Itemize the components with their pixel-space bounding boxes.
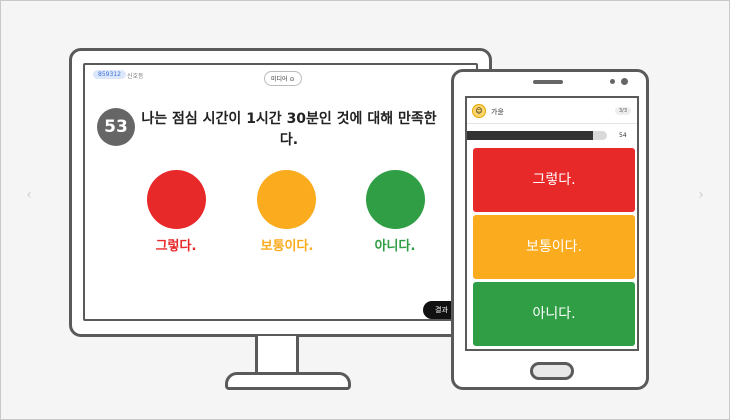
mobile-option-no[interactable]: 아니다. — [473, 282, 635, 346]
desktop-monitor: 859312 신호등 미디어 ⊙ 53 나는 점심 시간이 1시간 30분인 것… — [69, 48, 492, 337]
question-count: 54 — [619, 132, 627, 139]
sensor-icon — [610, 79, 615, 84]
mobile-option-neutral[interactable]: 보통이다. — [473, 215, 635, 279]
status-pill[interactable]: 3/3 — [614, 107, 631, 115]
question-text: 나는 점심 시간이 1시간 30분인 것에 대해 만족한다. — [141, 111, 437, 148]
prev-arrow-icon[interactable]: ‹ — [22, 185, 36, 205]
media-button[interactable]: 미디어 ⊙ — [264, 71, 302, 86]
user-avatar-icon: ☺ — [472, 104, 486, 118]
monitor-stand — [225, 372, 351, 390]
monitor-neck — [255, 336, 299, 374]
mobile-option-yes[interactable]: 그렇다. — [473, 148, 635, 212]
question-number-badge: 53 — [97, 108, 135, 146]
desktop-screen: 859312 신호등 미디어 ⊙ 53 나는 점심 시간이 1시간 30분인 것… — [83, 63, 478, 321]
progress-fill — [467, 131, 593, 140]
header-divider — [467, 123, 637, 124]
option-circle-yes[interactable] — [147, 170, 206, 229]
room-code-badge: 859312 — [93, 70, 126, 79]
option-label-yes: 그렇다. — [155, 239, 197, 254]
home-button[interactable] — [530, 362, 574, 380]
progress-bar — [467, 131, 607, 140]
option-label-no: 아니다. — [374, 239, 416, 254]
mobile-phone: ☺ 가윤 3/3 54 그렇다. 보통이다. 아니다. — [451, 69, 649, 390]
option-label-neutral: 보통이다. — [260, 239, 314, 254]
speaker-icon — [533, 80, 563, 84]
next-arrow-icon[interactable]: › — [694, 185, 708, 205]
host-name: 신호등 — [127, 73, 144, 80]
option-circle-no[interactable] — [366, 170, 425, 229]
option-circle-neutral[interactable] — [257, 170, 316, 229]
user-name: 가윤 — [491, 108, 504, 116]
mobile-screen: ☺ 가윤 3/3 54 그렇다. 보통이다. 아니다. — [465, 96, 639, 351]
camera-icon — [621, 78, 628, 85]
